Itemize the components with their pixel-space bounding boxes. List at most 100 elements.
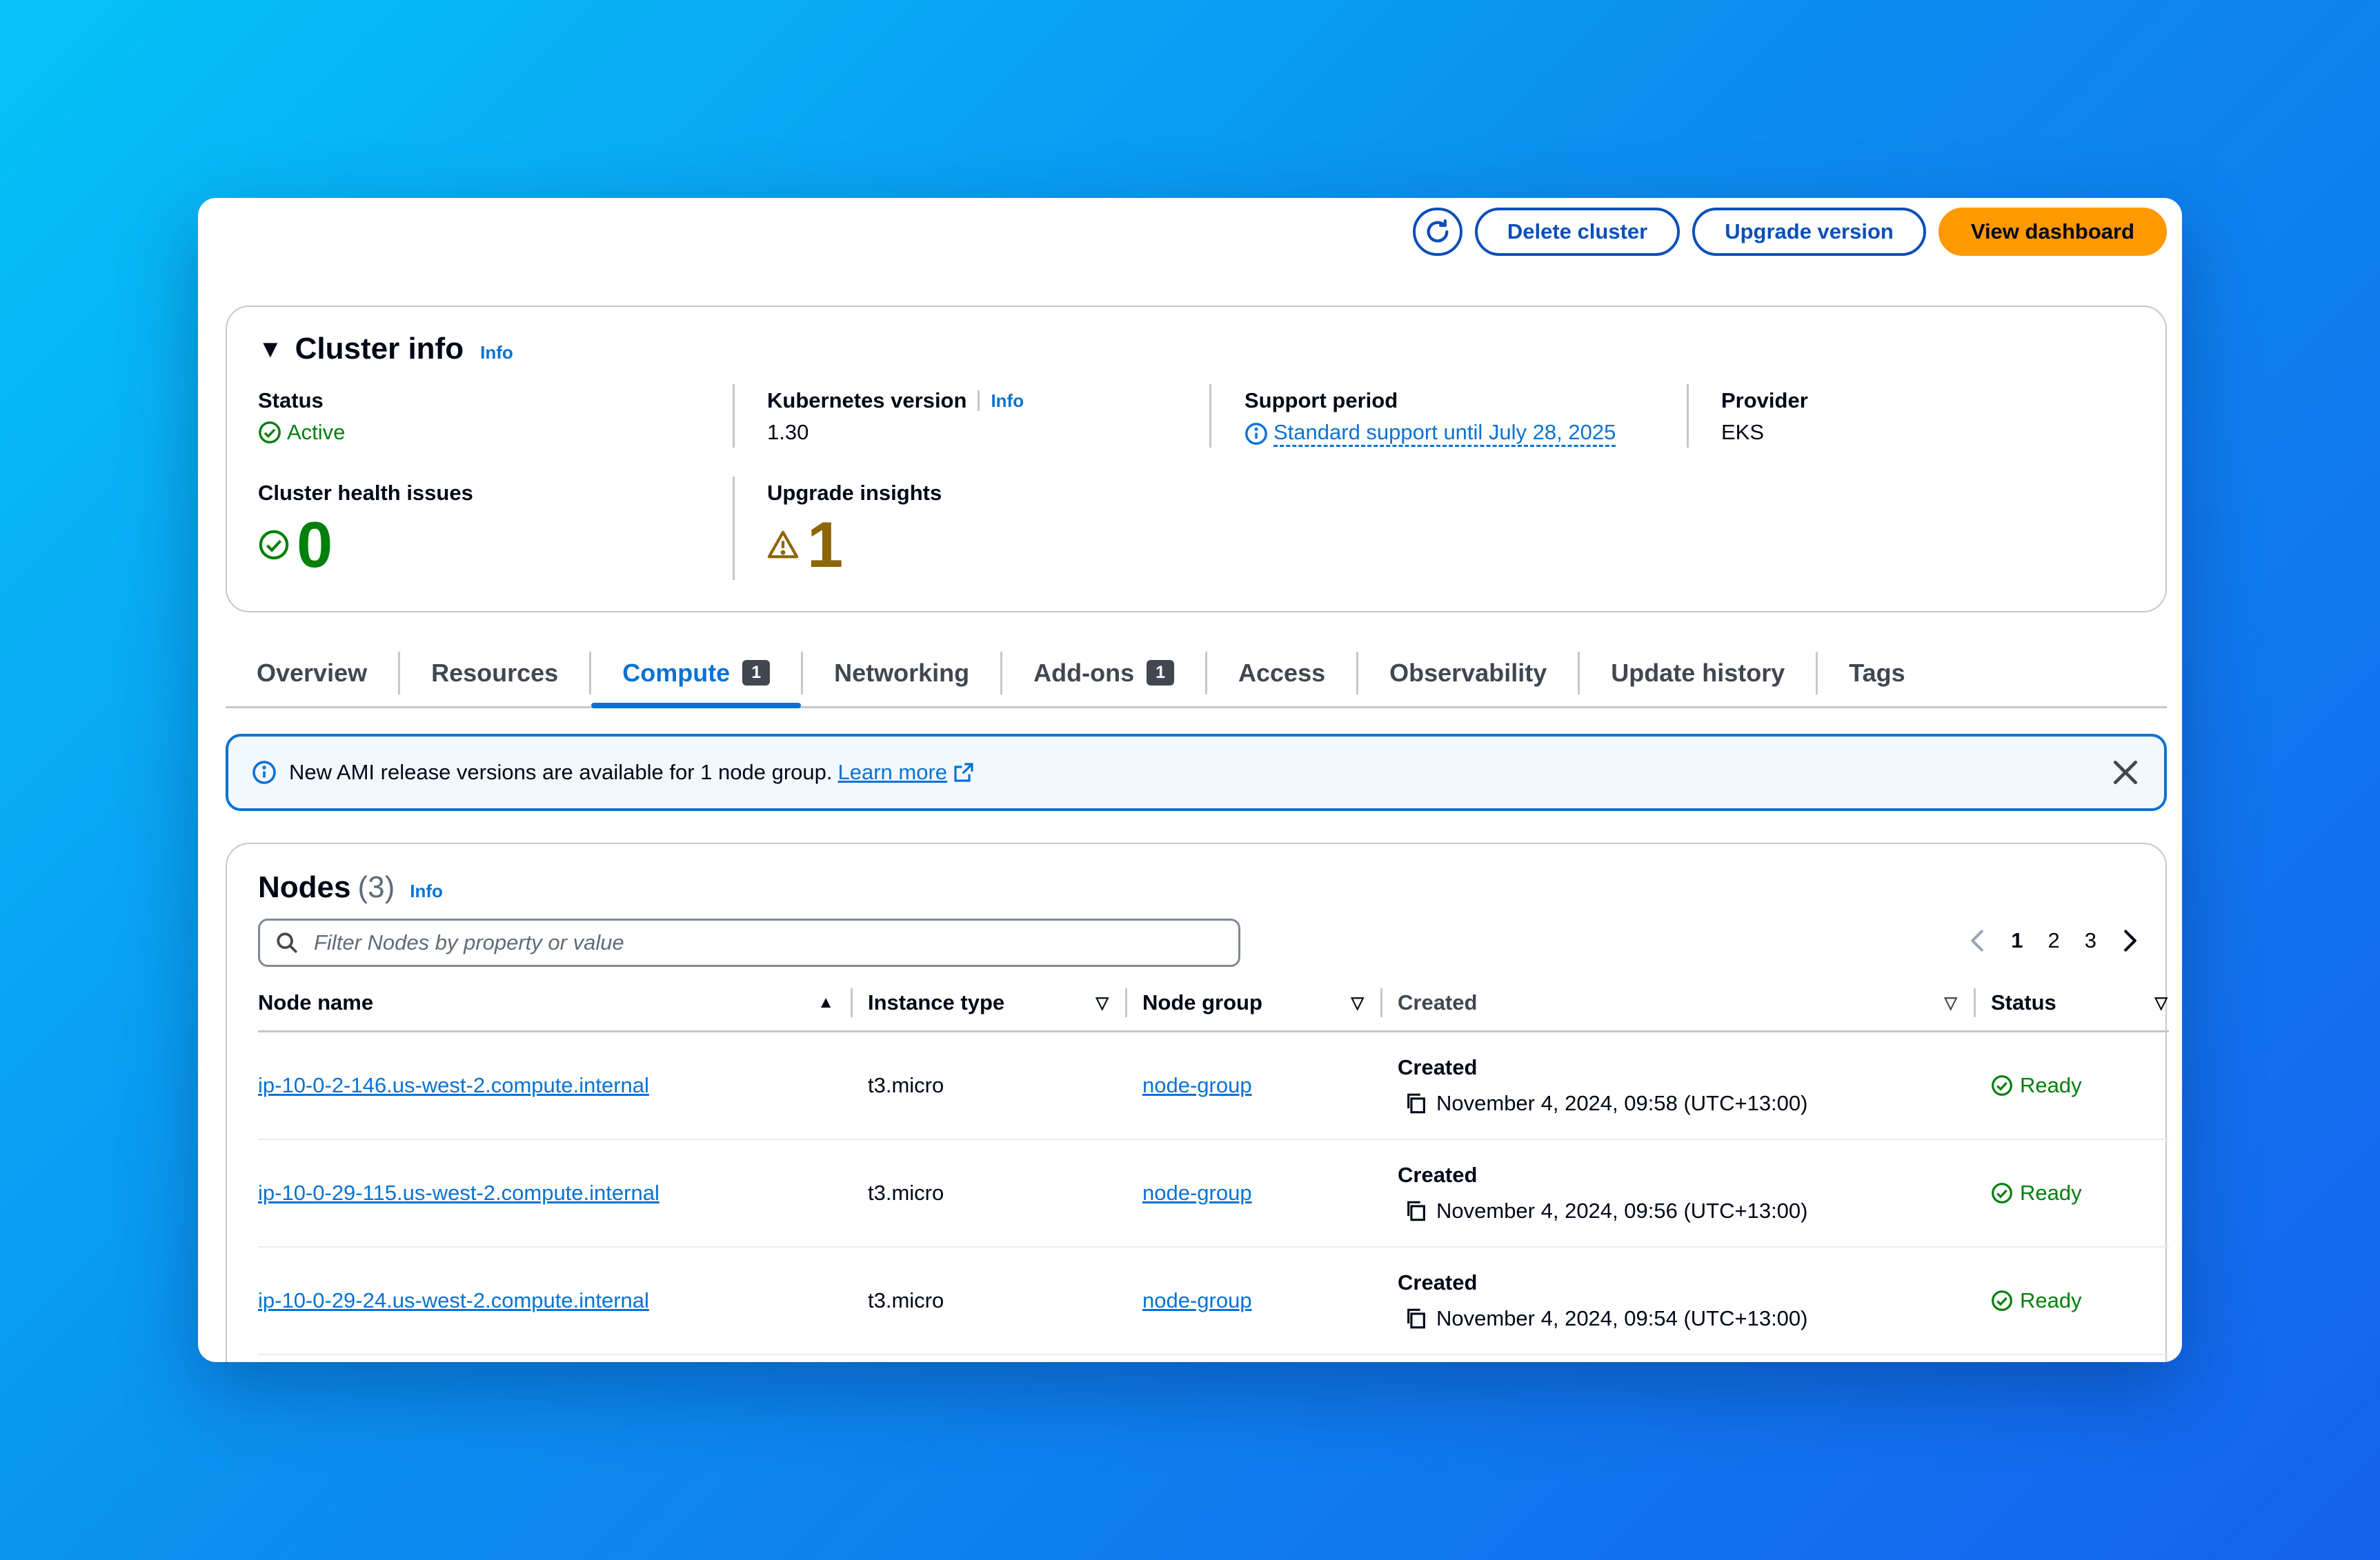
tab-label: Overview [257, 658, 368, 687]
view-dashboard-button[interactable]: View dashboard [1938, 208, 2167, 256]
tab-tags[interactable]: Tags [1818, 639, 1936, 706]
chevron-left-icon [1971, 930, 1984, 952]
tab-bar: Overview Resources Compute 1 Networking … [226, 639, 2167, 708]
provider-value: EKS [1721, 420, 1765, 444]
created-label: Created [1398, 1163, 1478, 1187]
column-header-instance-type[interactable]: Instance type ▽ [854, 975, 1129, 1032]
created-timestamp: November 4, 2024, 09:56 (UTC+13:00) [1436, 1199, 1808, 1223]
page-1-button[interactable]: 1 [2011, 928, 2023, 953]
alert-message: New AMI release versions are available f… [289, 760, 833, 784]
external-link-icon [954, 763, 973, 782]
cluster-info-link[interactable]: Info [480, 342, 513, 363]
check-circle-icon [259, 530, 289, 560]
page-2-button[interactable]: 2 [2048, 928, 2060, 953]
provider-label: Provider [1721, 388, 1808, 412]
learn-more-label: Learn more [837, 760, 948, 784]
info-circle-icon [252, 761, 276, 784]
node-name-link[interactable]: ip-10-0-29-115.us-west-2.compute.interna… [258, 1181, 660, 1205]
nodes-panel: Nodes (3) Info 1 2 3 Node na [226, 843, 2169, 1362]
node-group-link[interactable]: node-group [1142, 1181, 1252, 1205]
support-period-link[interactable]: Standard support until July 28, 2025 [1273, 420, 1616, 447]
tab-overview[interactable]: Overview [226, 639, 398, 706]
copy-icon[interactable] [1405, 1199, 1428, 1223]
sort-ascending-icon: ▲ [817, 993, 834, 1012]
count-badge: 1 [1147, 660, 1175, 686]
node-group-link[interactable]: node-group [1142, 1288, 1252, 1312]
column-header-node-group[interactable]: Node group ▽ [1129, 975, 1384, 1032]
instance-type: t3.micro [868, 1181, 944, 1205]
count-badge: 1 [742, 660, 771, 686]
tab-label: Add-ons [1033, 658, 1135, 687]
tab-observability[interactable]: Observability [1358, 639, 1578, 706]
node-group-link[interactable]: node-group [1142, 1073, 1252, 1097]
kubernetes-version-field: Kubernetes version Info 1.30 [767, 388, 1024, 445]
column-label: Node group [1142, 990, 1262, 1014]
next-page-button[interactable] [2121, 927, 2139, 954]
ami-release-alert: New AMI release versions are available f… [226, 734, 2167, 811]
tab-add-ons[interactable]: Add-ons 1 [1002, 639, 1205, 706]
kubernetes-info-link[interactable]: Info [991, 390, 1024, 412]
node-name-link[interactable]: ip-10-0-2-146.us-west-2.compute.internal [258, 1073, 649, 1097]
cluster-health-field: Cluster health issues 0 [258, 481, 473, 577]
warning-icon [767, 530, 799, 559]
column-label: Node name [258, 990, 374, 1014]
divider [733, 477, 735, 580]
upgrade-insights-count[interactable]: 1 [807, 512, 843, 577]
delete-cluster-button[interactable]: Delete cluster [1474, 208, 1680, 256]
tab-networking[interactable]: Networking [803, 639, 1000, 706]
nodes-info-link[interactable]: Info [410, 881, 443, 902]
tab-label: Update history [1611, 658, 1785, 687]
status-text: Ready [2020, 1288, 2082, 1312]
divider [1209, 384, 1211, 448]
upgrade-version-button[interactable]: Upgrade version [1692, 208, 1926, 256]
sort-icon: ▽ [1944, 993, 1957, 1012]
created-label: Created [1398, 1270, 1478, 1294]
copy-icon[interactable] [1405, 1307, 1428, 1330]
collapse-caret-icon[interactable]: ▼ [258, 337, 283, 361]
status-text: Ready [2020, 1073, 2082, 1097]
support-period-field: Support period Standard support until Ju… [1244, 388, 1616, 447]
column-header-status[interactable]: Status ▽ [1977, 975, 2169, 1032]
check-circle-icon [1992, 1183, 2012, 1203]
nodes-filter-input[interactable] [313, 930, 1143, 956]
cluster-health-count[interactable]: 0 [297, 512, 333, 577]
tab-resources[interactable]: Resources [400, 639, 589, 706]
column-header-created[interactable]: Created ▽ [1384, 975, 1977, 1032]
column-header-node-name[interactable]: Node name ▲ [258, 975, 854, 1032]
tab-access[interactable]: Access [1207, 639, 1356, 706]
node-name-link[interactable]: ip-10-0-29-24.us-west-2.compute.internal [258, 1288, 649, 1312]
pagination: 1 2 3 [1968, 927, 2139, 954]
status-label: Status [258, 388, 324, 412]
copy-icon[interactable] [1405, 1092, 1428, 1115]
column-label: Created [1398, 990, 1478, 1014]
tab-label: Access [1238, 658, 1326, 687]
check-circle-icon [1992, 1075, 2012, 1096]
tab-update-history[interactable]: Update history [1580, 639, 1816, 706]
tab-compute[interactable]: Compute 1 [591, 639, 802, 708]
close-icon[interactable] [2110, 757, 2141, 788]
created-label: Created [1398, 1055, 1478, 1079]
table-header-row: Node name ▲ Instance type ▽ Node group ▽ Cr… [258, 975, 2169, 1032]
check-circle-icon [1992, 1290, 2012, 1311]
chevron-right-icon [2124, 930, 2136, 952]
nodes-header: Nodes (3) Info [258, 870, 443, 905]
page-3-button[interactable]: 3 [2085, 928, 2096, 953]
check-circle-icon [259, 421, 281, 443]
cluster-info-panel: ▼ Cluster info Info Status Active Kubern… [226, 306, 2167, 612]
learn-more-link[interactable]: Learn more [838, 760, 975, 785]
cluster-info-title: Cluster info [295, 332, 464, 366]
upgrade-insights-label: Upgrade insights [767, 481, 942, 505]
instance-type: t3.micro [868, 1073, 944, 1097]
provider-field: Provider EKS [1721, 388, 1808, 445]
previous-page-button[interactable] [1968, 927, 1986, 954]
status-indicator: Ready [1991, 1181, 2169, 1206]
divider [978, 390, 980, 411]
refresh-button[interactable] [1412, 208, 1462, 256]
cluster-health-label: Cluster health issues [258, 481, 473, 505]
support-period-label: Support period [1244, 388, 1398, 412]
tab-label: Observability [1389, 658, 1547, 687]
status-field: Status Active [258, 388, 345, 445]
divider [1687, 384, 1689, 448]
kubernetes-version-label: Kubernetes version [767, 388, 967, 412]
tab-label: Resources [431, 658, 559, 687]
